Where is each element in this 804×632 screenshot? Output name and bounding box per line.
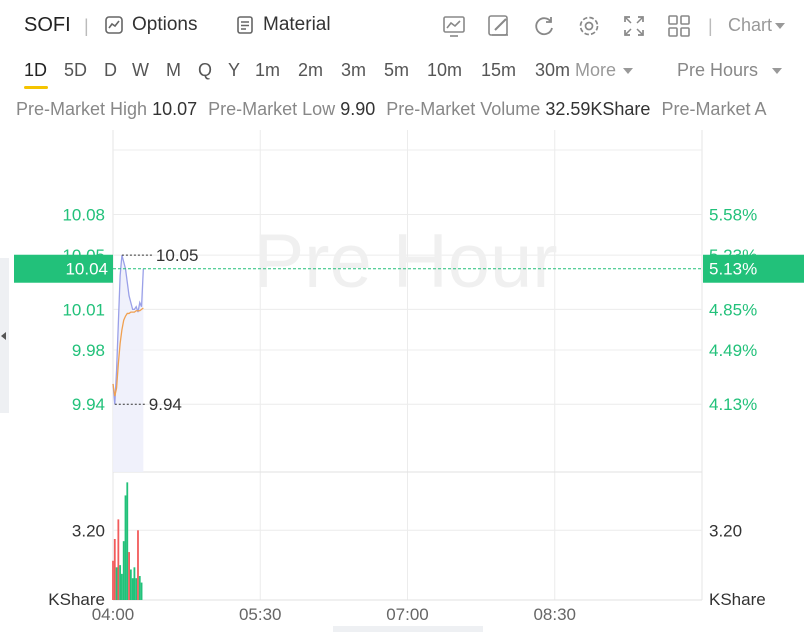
x-tick-label: 05:30: [239, 605, 282, 624]
stat-label: Pre-Market A: [661, 99, 767, 119]
volume-bar: [140, 582, 143, 600]
fullscreen-icon[interactable]: [621, 13, 647, 39]
period-1d[interactable]: 1D: [24, 60, 47, 81]
options-label: Options: [132, 14, 198, 35]
toolbar-separator: |: [84, 16, 89, 36]
x-tick-label: 08:30: [533, 605, 576, 624]
active-period-indicator: [24, 86, 48, 89]
period-5d[interactable]: 5D: [64, 60, 87, 81]
chevron-left-icon: [1, 332, 6, 340]
volume-bar: [137, 530, 139, 600]
period-day[interactable]: D: [104, 60, 117, 81]
y-tick-label-right: 4.85%: [709, 300, 757, 319]
volume-bar: [131, 578, 134, 600]
volume-bar: [124, 495, 127, 600]
chevron-down-icon: [623, 67, 634, 74]
volume-bar: [129, 569, 132, 600]
material-label: Material: [263, 14, 331, 35]
watermark-text: Pre Hour: [253, 219, 557, 304]
bottom-panel-handle[interactable]: [333, 626, 483, 632]
volume-bar: [126, 482, 129, 600]
x-tick-label: 07:00: [386, 605, 429, 624]
stat-value: 9.90: [340, 99, 376, 119]
top-toolbar: SOFI | Options Material | Chart: [0, 0, 804, 52]
volume-tick-label-left: 3.20: [72, 521, 105, 540]
stat-label: Pre-Market Low: [208, 99, 336, 119]
volume-bar: [113, 539, 116, 600]
current-price-label: 10.04: [65, 260, 108, 279]
options-button[interactable]: Options: [104, 14, 197, 36]
period-10m[interactable]: 10m: [427, 60, 462, 81]
options-chart-icon: [105, 16, 123, 34]
period-month[interactable]: M: [166, 60, 181, 81]
y-tick-label-left: 10.01: [62, 300, 105, 319]
period-2m[interactable]: 2m: [298, 60, 323, 81]
stat-label: Pre-Market High: [16, 99, 148, 119]
trend-chart-icon[interactable]: [441, 13, 467, 39]
material-button[interactable]: Material: [235, 14, 331, 36]
grid-layout-icon[interactable]: [666, 13, 692, 39]
volume-bar: [115, 567, 118, 600]
volume-bar: [135, 578, 138, 600]
y-tick-label-left: 9.94: [72, 395, 105, 414]
period-1m[interactable]: 1m: [255, 60, 280, 81]
low-marker-label: 9.94: [149, 395, 182, 414]
refresh-icon[interactable]: [531, 13, 557, 39]
y-tick-label-left: 9.98: [72, 341, 105, 360]
y-tick-label-left: 10.08: [62, 206, 105, 225]
period-30m[interactable]: 30m: [535, 60, 570, 81]
draw-pencil-icon[interactable]: [486, 13, 512, 39]
volume-bar: [138, 576, 141, 600]
document-icon: [237, 16, 253, 34]
ticker-symbol[interactable]: SOFI: [24, 14, 71, 37]
stat-value: 32.59KShare: [545, 99, 651, 119]
period-5m[interactable]: 5m: [384, 60, 409, 81]
session-label: Pre Hours: [677, 60, 759, 80]
period-week[interactable]: W: [132, 60, 149, 81]
more-periods-dropdown[interactable]: More: [575, 60, 634, 81]
period-15m[interactable]: 15m: [481, 60, 516, 81]
stat-label: Pre-Market Volume: [386, 99, 541, 119]
toolbar-separator: |: [708, 16, 713, 36]
y-tick-label-right: 5.58%: [709, 206, 757, 225]
volume-bar: [119, 565, 122, 600]
volume-bar: [128, 552, 130, 600]
premarket-stats: Pre-Market High 10.07 Pre-Market Low 9.9…: [16, 99, 804, 120]
chart-type-select[interactable]: Chart: [728, 15, 786, 36]
volume-bar: [122, 541, 125, 600]
settings-gear-icon[interactable]: [576, 13, 602, 39]
volume-bar: [117, 519, 120, 600]
volume-bar: [112, 560, 114, 600]
chevron-down-icon: [772, 67, 783, 74]
y-tick-label-right: 4.13%: [709, 395, 757, 414]
chart-type-label: Chart: [728, 15, 773, 35]
period-quarter[interactable]: Q: [198, 60, 212, 81]
volume-unit-label-right: KShare: [709, 590, 766, 609]
period-year[interactable]: Y: [228, 60, 240, 81]
stat-value: 10.07: [152, 99, 198, 119]
price-chart[interactable]: Pre Hour10.085.58%10.055.23%10.014.85%9.…: [0, 130, 804, 632]
x-tick-label: 04:00: [92, 605, 135, 624]
period-3m[interactable]: 3m: [341, 60, 366, 81]
more-label: More: [575, 60, 617, 80]
session-dropdown[interactable]: Pre Hours: [677, 60, 783, 81]
current-change-label: 5.13%: [709, 260, 757, 279]
chevron-down-icon: [775, 22, 786, 29]
volume-bar: [121, 573, 123, 600]
high-marker-label: 10.05: [156, 246, 199, 265]
volume-tick-label-right: 3.20: [709, 521, 742, 540]
side-panel-toggle[interactable]: [0, 258, 9, 413]
volume-bar: [133, 567, 136, 600]
y-tick-label-right: 4.49%: [709, 341, 757, 360]
